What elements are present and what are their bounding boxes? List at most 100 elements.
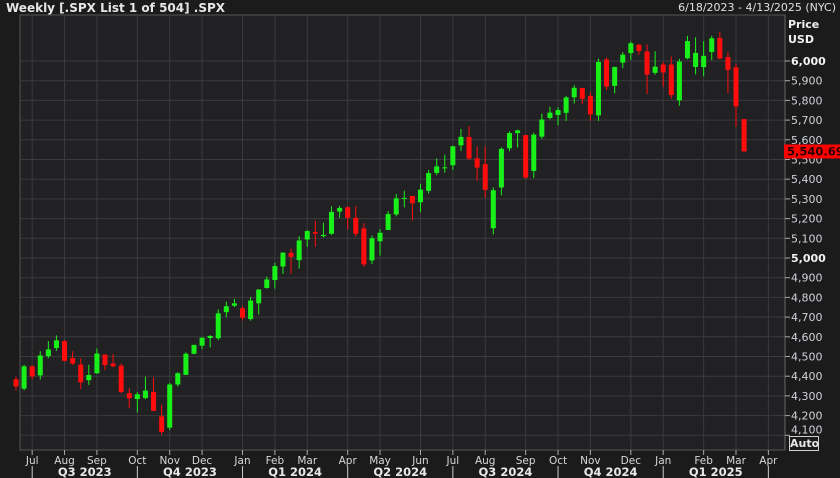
time-axis[interactable]: Jul Aug Sep Oct Nov Dec Jan Feb Mar Apr May Jun Jul A… [25, 450, 778, 478]
candle-body [191, 344, 197, 354]
candle-down [361, 223, 367, 268]
candle-body [207, 336, 213, 338]
candle-body [288, 252, 294, 257]
candle-body [660, 64, 666, 73]
candle-body [329, 211, 335, 234]
candle-up [215, 309, 221, 341]
candle-down [523, 134, 529, 179]
y-tick-label: 5,300 [791, 193, 823, 206]
candle-up [426, 169, 432, 194]
candle-body [523, 135, 529, 178]
candle-body [434, 166, 440, 173]
candle-body [717, 37, 723, 59]
month-label: Oct [128, 455, 146, 467]
y-tick-label: 4,900 [791, 272, 823, 285]
y-tick-label: 5,700 [791, 114, 823, 127]
month-label: Jul [25, 455, 39, 467]
quarter-label: Q1 2025 [689, 465, 743, 478]
candle-body [29, 366, 35, 377]
price-axis-title-currency: USD [788, 33, 814, 46]
candle-body [701, 55, 707, 68]
candle-body [563, 97, 569, 113]
candle-body [175, 373, 181, 385]
candle-up [490, 187, 496, 235]
price-axis-title-price: Price [788, 18, 819, 31]
candle-body [256, 289, 262, 304]
candle-body [13, 379, 19, 387]
candle-body [676, 61, 682, 101]
y-tick-label: 5,900 [791, 75, 823, 88]
candle-body [102, 354, 108, 365]
quarter-label: Q4 2024 [584, 465, 638, 478]
candle-body [725, 57, 731, 70]
candle-body [369, 238, 375, 261]
y-tick-label: 4,200 [791, 410, 823, 423]
candle-body [151, 391, 157, 411]
y-tick-label: 4,400 [791, 370, 823, 383]
candle-body [506, 133, 512, 149]
last-price-value: 5,540.69 [787, 144, 840, 158]
candle-down [13, 376, 19, 391]
candle-body [612, 67, 618, 86]
candle-body [118, 365, 124, 392]
candle-body [644, 51, 650, 75]
price-axis[interactable]: 4,1004,200 4,300 4,400 4,500 4,600 4,700 4,800… [785, 55, 826, 436]
candle-body [571, 87, 577, 98]
candle-body [361, 228, 367, 265]
candle-body [555, 110, 561, 115]
candle-body [442, 167, 448, 169]
candle-body [296, 240, 302, 261]
y-tick-label: 4,500 [791, 351, 823, 364]
quarter-label: Q2 2024 [373, 465, 427, 478]
candle-body [126, 393, 132, 399]
candle-up [248, 297, 254, 321]
candle-body [94, 353, 100, 374]
candle-body [426, 173, 432, 191]
candle-body [490, 190, 496, 229]
candle-down [741, 119, 747, 152]
candle-body [393, 198, 399, 215]
candle-body [78, 364, 84, 383]
candle-up [21, 364, 27, 391]
last-price-tag: 5,540.69 [784, 144, 840, 159]
candle-body [377, 232, 383, 242]
month-label: Jul [446, 455, 460, 467]
y-tick-label: 4,300 [791, 390, 823, 403]
candle-body [21, 366, 27, 389]
candle-body [53, 340, 59, 349]
candle-up [175, 372, 181, 387]
candle-body [579, 87, 585, 99]
y-tick-label: 5,400 [791, 173, 823, 186]
y-tick-label: 4,800 [791, 291, 823, 304]
candle-body [37, 355, 43, 376]
candle-body [167, 384, 173, 428]
candle-body [62, 341, 68, 361]
candle-up [191, 344, 197, 355]
candle-body [684, 41, 690, 59]
candle-body [280, 252, 286, 267]
candlestick-chart: Price USD 4,1004,200 4,300 4,400 4,500 4,600… [13, 14, 840, 478]
quarter-label: Q1 2024 [268, 465, 322, 478]
candle-body [498, 148, 504, 188]
y-tick-label: 5,800 [791, 94, 823, 107]
y-tick-label: 4,600 [791, 331, 823, 344]
candle-body [240, 308, 246, 318]
y-tick-label: 5,100 [791, 232, 823, 245]
candle-body [636, 44, 642, 51]
candle-body [215, 313, 221, 339]
month-label: Oct [549, 455, 567, 467]
candle-body [353, 217, 359, 234]
candle-body [409, 195, 415, 204]
quarter-label: Q4 2023 [163, 465, 217, 478]
candle-up [183, 352, 189, 376]
candle-body [183, 353, 189, 375]
y-tick-label: 4,700 [791, 311, 823, 324]
candle-body [110, 363, 116, 367]
auto-scale-button[interactable]: Auto [789, 436, 819, 451]
candle-body [320, 234, 326, 237]
candle-body [515, 130, 521, 134]
quarter-label: Q3 2024 [479, 465, 533, 478]
candle-body [482, 164, 488, 190]
candle-body [628, 43, 634, 54]
candle-body [604, 59, 610, 87]
